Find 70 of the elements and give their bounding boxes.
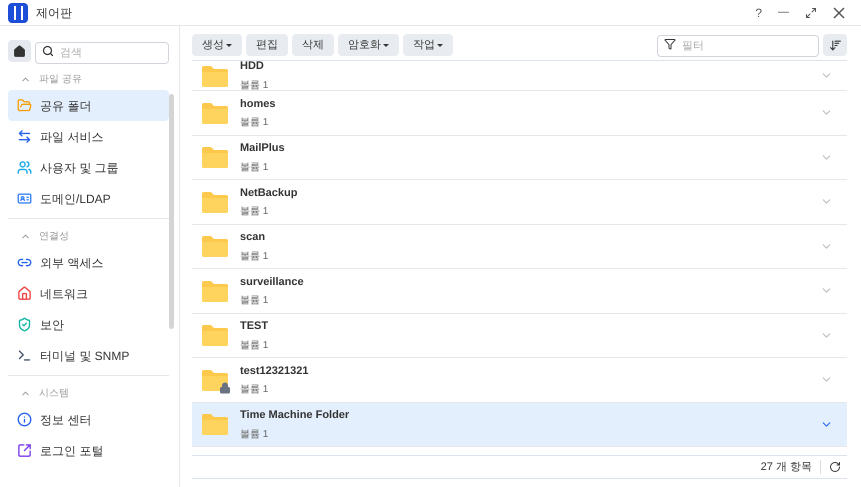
folder-name: test12321321 <box>240 364 309 378</box>
window-title: 제어판 <box>36 4 72 22</box>
folder-row[interactable]: TEST 볼륨 1 <box>192 314 847 358</box>
folder-name: HDD <box>240 61 265 74</box>
filter-field[interactable]: 필터 <box>657 35 819 57</box>
folder-row[interactable]: surveillance 볼륨 1 <box>192 269 847 314</box>
sort-button[interactable] <box>823 34 847 56</box>
folder-location: 볼륨 1 <box>240 383 270 397</box>
app-icon <box>8 2 28 22</box>
section-header: 파일 공유 <box>39 72 82 86</box>
house-icon <box>17 286 32 301</box>
folder-row[interactable]: HDD 볼륨 1 <box>192 61 847 91</box>
toolbar-button[interactable]: 생성 <box>192 34 242 56</box>
sidebar-item[interactable]: 정보 센터 <box>8 404 169 435</box>
folder-row[interactable]: Time Machine Folder 볼륨 1 <box>192 402 847 447</box>
home-icon <box>13 44 26 58</box>
toolbar-button[interactable]: 삭제 <box>292 34 334 56</box>
folder-location: 볼륨 1 <box>240 428 270 442</box>
section-header: 시스템 <box>39 386 69 400</box>
folder-name: TEST <box>240 319 268 334</box>
users-icon <box>17 160 32 175</box>
folder-row[interactable]: homes 볼륨 1 <box>192 91 847 136</box>
home-button[interactable] <box>8 40 31 62</box>
toolbar-button[interactable]: 암호화 <box>338 34 399 56</box>
id-card-icon <box>17 191 32 206</box>
folder-location: 볼륨 1 <box>240 338 268 352</box>
toolbar-button[interactable]: 편집 <box>246 34 288 56</box>
folder-location: 볼륨 1 <box>240 205 270 219</box>
search-icon <box>42 45 54 57</box>
external-link-icon <box>17 443 32 458</box>
folder-icon <box>17 98 32 113</box>
folder-row[interactable]: MailPlus 볼륨 1 <box>192 136 847 180</box>
folder-name: homes <box>240 96 276 112</box>
folder-location: 볼륨 1 <box>240 116 270 130</box>
folder-name: Time Machine Folder <box>240 408 350 423</box>
sidebar-item[interactable]: 네트워크 <box>8 278 169 309</box>
folder-row[interactable]: NetBackup 볼륨 1 <box>192 180 847 224</box>
section-header: 연결성 <box>39 230 69 244</box>
arrows-icon <box>17 129 32 144</box>
folder-location: 볼륨 1 <box>240 294 270 308</box>
sidebar-item[interactable]: 외부 액세스 <box>8 247 169 278</box>
sidebar-item[interactable]: 로그인 포털 <box>8 435 169 466</box>
sidebar-item[interactable]: 도메인/LDAP <box>8 183 169 214</box>
terminal-icon <box>17 348 32 363</box>
sort-icon <box>828 38 842 52</box>
toolbar-button[interactable]: 작업 <box>403 34 453 56</box>
folder-name: surveillance <box>240 274 304 290</box>
search-field[interactable]: 검색 <box>35 42 169 64</box>
minimize-button[interactable]: — <box>778 4 789 21</box>
sidebar-item[interactable]: 파일 서비스 <box>8 121 169 152</box>
filter-icon <box>664 38 676 50</box>
folder-name: MailPlus <box>240 141 285 156</box>
refresh-button[interactable] <box>829 461 841 473</box>
sidebar-item[interactable]: 터미널 및 SNMP <box>8 340 169 371</box>
shield-icon <box>17 317 32 332</box>
sidebar-item[interactable]: 보안 <box>8 309 169 340</box>
sidebar-item[interactable]: 사용자 및 그룹 <box>8 152 169 183</box>
folder-name: scan <box>240 230 266 245</box>
item-count: 27 개 항목 <box>760 460 812 475</box>
maximize-icon[interactable] <box>805 6 817 18</box>
folder-location: 볼륨 1 <box>240 250 268 264</box>
lock-icon <box>219 382 231 394</box>
folder-row[interactable]: scan 볼륨 1 <box>192 224 847 269</box>
folder-location: 볼륨 1 <box>240 78 268 93</box>
info-icon <box>17 412 32 427</box>
folder-name: NetBackup <box>240 186 298 200</box>
close-icon[interactable] <box>833 6 845 18</box>
folder-location: 볼륨 1 <box>240 160 270 174</box>
sidebar-item[interactable]: 공유 폴더 <box>8 90 169 121</box>
help-button[interactable]: ? <box>755 4 762 22</box>
